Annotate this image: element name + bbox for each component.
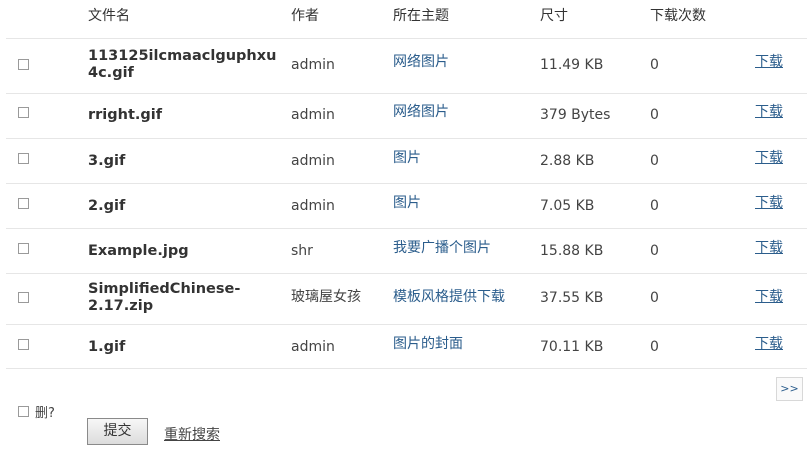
- filename: SimplifiedChinese-2.17.zip: [88, 281, 241, 314]
- topic-link[interactable]: 我要广播个图片: [393, 240, 491, 257]
- author: 玻璃屋女孩: [291, 289, 361, 305]
- file-size: 15.88 KB: [540, 243, 604, 259]
- filename: 1.gif: [88, 339, 126, 355]
- header-downloads: 下载次数: [650, 8, 706, 24]
- delete-option: 删?: [18, 402, 55, 421]
- file-size: 70.11 KB: [540, 339, 604, 355]
- download-link[interactable]: 下载: [755, 289, 783, 306]
- research-link[interactable]: 重新搜索: [164, 424, 220, 444]
- table-row: 2.gif admin 图片 7.05 KB 0 下载: [6, 184, 807, 229]
- download-count: 0: [650, 57, 659, 73]
- download-count: 0: [650, 107, 659, 123]
- topic-link[interactable]: 模板风格提供下载: [393, 289, 505, 306]
- table-header: 文件名 作者 所在主题 尺寸 下载次数: [6, 0, 807, 39]
- row-select-checkbox[interactable]: [18, 107, 29, 118]
- file-size: 379 Bytes: [540, 107, 611, 123]
- download-link[interactable]: 下载: [755, 54, 783, 71]
- row-select-checkbox[interactable]: [18, 243, 29, 254]
- author: shr: [291, 243, 313, 259]
- author: admin: [291, 153, 335, 169]
- table-row: rright.gif admin 网络图片 379 Bytes 0 下载: [6, 94, 807, 139]
- topic-link[interactable]: 图片的封面: [393, 336, 463, 353]
- row-select-checkbox[interactable]: [18, 339, 29, 350]
- download-link[interactable]: 下载: [755, 240, 783, 257]
- file-size: 7.05 KB: [540, 198, 595, 214]
- download-link[interactable]: 下载: [755, 336, 783, 353]
- topic-link[interactable]: 网络图片: [393, 54, 449, 71]
- row-select-checkbox[interactable]: [18, 59, 29, 70]
- filename: 3.gif: [88, 153, 126, 169]
- file-size: 37.55 KB: [540, 290, 604, 306]
- row-select-checkbox[interactable]: [18, 153, 29, 164]
- header-size: 尺寸: [540, 8, 568, 24]
- author: admin: [291, 57, 335, 73]
- row-select-checkbox[interactable]: [18, 292, 29, 303]
- download-link[interactable]: 下载: [755, 150, 783, 167]
- download-link[interactable]: 下载: [755, 195, 783, 212]
- table-row: 1.gif admin 图片的封面 70.11 KB 0 下载: [6, 325, 807, 369]
- download-count: 0: [650, 153, 659, 169]
- download-link[interactable]: 下载: [755, 104, 783, 121]
- filename: 2.gif: [88, 198, 126, 214]
- filename: Example.jpg: [88, 243, 189, 259]
- file-size: 11.49 KB: [540, 57, 604, 73]
- filename: rright.gif: [88, 107, 163, 123]
- author: admin: [291, 198, 335, 214]
- delete-checkbox[interactable]: [18, 406, 29, 417]
- filename: 113125ilcmaaclguphxu4c.gif: [88, 48, 277, 81]
- topic-link[interactable]: 图片: [393, 195, 421, 212]
- file-size: 2.88 KB: [540, 153, 595, 169]
- header-author: 作者: [291, 8, 319, 24]
- author: admin: [291, 339, 335, 355]
- row-select-checkbox[interactable]: [18, 198, 29, 209]
- download-count: 0: [650, 198, 659, 214]
- submit-button[interactable]: 提交: [87, 418, 148, 445]
- delete-label: 删?: [35, 406, 55, 421]
- header-topic: 所在主题: [393, 8, 449, 24]
- table-row: 3.gif admin 图片 2.88 KB 0 下载: [6, 139, 807, 184]
- attachment-table: 文件名 作者 所在主题 尺寸 下载次数 113125ilcmaaclguphxu…: [6, 0, 807, 369]
- topic-link[interactable]: 图片: [393, 150, 421, 167]
- topic-link[interactable]: 网络图片: [393, 104, 449, 121]
- table-row: SimplifiedChinese-2.17.zip 玻璃屋女孩 模板风格提供下…: [6, 274, 807, 325]
- download-count: 0: [650, 339, 659, 355]
- download-count: 0: [650, 290, 659, 306]
- author: admin: [291, 107, 335, 123]
- next-page-button[interactable]: >>: [776, 377, 803, 401]
- table-row: 113125ilcmaaclguphxu4c.gif admin 网络图片 11…: [6, 39, 807, 94]
- header-filename: 文件名: [88, 8, 130, 24]
- table-row: Example.jpg shr 我要广播个图片 15.88 KB 0 下载: [6, 229, 807, 274]
- download-count: 0: [650, 243, 659, 259]
